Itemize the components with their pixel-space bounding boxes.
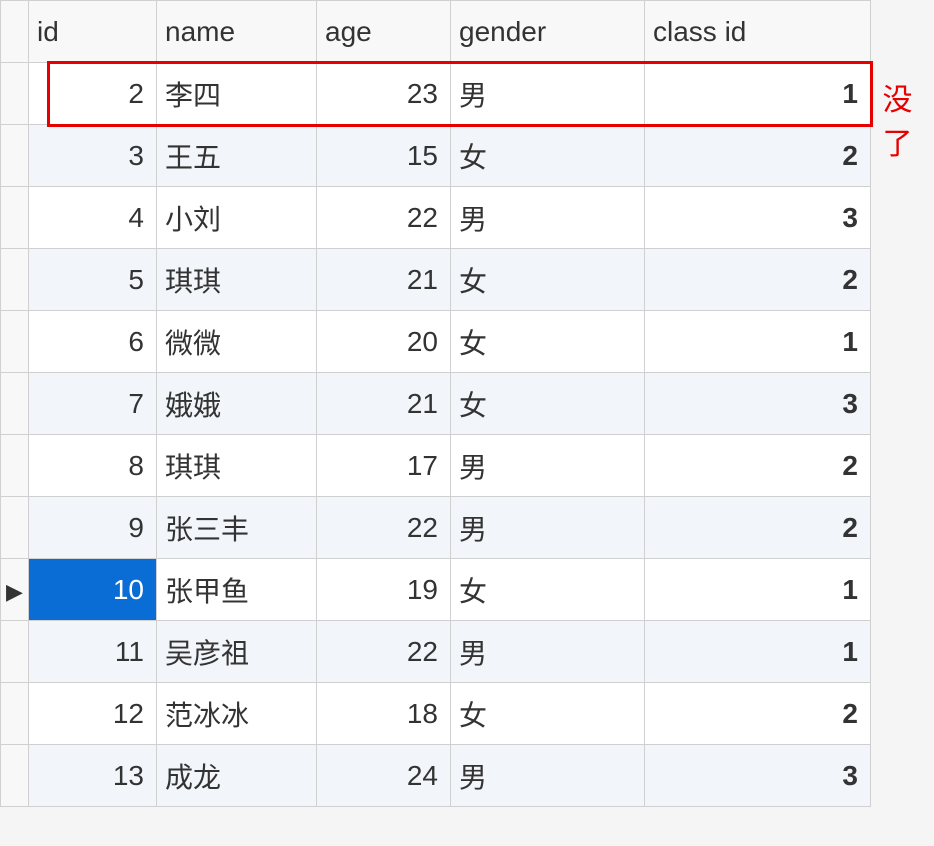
cell-id[interactable]: 11 <box>29 621 157 683</box>
cell-id[interactable]: 6 <box>29 311 157 373</box>
header-class-id[interactable]: class id <box>645 1 871 63</box>
cell-gender[interactable]: 男 <box>451 63 645 125</box>
cell-class-id[interactable]: 3 <box>645 187 871 249</box>
cell-id[interactable]: 10 <box>29 559 157 621</box>
table-header-row: id name age gender class id <box>1 1 871 63</box>
table-row[interactable]: 4小刘22男3 <box>1 187 871 249</box>
cell-name[interactable]: 琪琪 <box>157 435 317 497</box>
row-gutter[interactable] <box>1 249 29 311</box>
row-gutter[interactable] <box>1 311 29 373</box>
row-gutter[interactable] <box>1 683 29 745</box>
cell-name[interactable]: 微微 <box>157 311 317 373</box>
table-row[interactable]: 3王五15女2 <box>1 125 871 187</box>
cell-age[interactable]: 21 <box>317 373 451 435</box>
cell-gender[interactable]: 男 <box>451 435 645 497</box>
cell-name[interactable]: 范冰冰 <box>157 683 317 745</box>
cell-class-id[interactable]: 1 <box>645 311 871 373</box>
cell-gender[interactable]: 男 <box>451 497 645 559</box>
cell-class-id[interactable]: 2 <box>645 125 871 187</box>
table-row[interactable]: ▶10张甲鱼19女1 <box>1 559 871 621</box>
cell-age[interactable]: 21 <box>317 249 451 311</box>
cell-gender[interactable]: 女 <box>451 373 645 435</box>
cell-id[interactable]: 9 <box>29 497 157 559</box>
cell-class-id[interactable]: 1 <box>645 63 871 125</box>
cell-age[interactable]: 24 <box>317 745 451 807</box>
table-row[interactable]: 5琪琪21女2 <box>1 249 871 311</box>
cell-gender[interactable]: 男 <box>451 187 645 249</box>
cell-age[interactable]: 15 <box>317 125 451 187</box>
table-row[interactable]: 9张三丰22男2 <box>1 497 871 559</box>
data-table-container: id name age gender class id 2李四23男13王五15… <box>0 0 870 807</box>
cell-id[interactable]: 8 <box>29 435 157 497</box>
cell-id[interactable]: 3 <box>29 125 157 187</box>
header-id[interactable]: id <box>29 1 157 63</box>
row-gutter[interactable] <box>1 621 29 683</box>
table-row[interactable]: 11吴彦祖22男1 <box>1 621 871 683</box>
cell-name[interactable]: 小刘 <box>157 187 317 249</box>
cell-name[interactable]: 王五 <box>157 125 317 187</box>
cell-name[interactable]: 张甲鱼 <box>157 559 317 621</box>
cell-id[interactable]: 5 <box>29 249 157 311</box>
cell-class-id[interactable]: 1 <box>645 621 871 683</box>
header-gender[interactable]: gender <box>451 1 645 63</box>
cell-id[interactable]: 7 <box>29 373 157 435</box>
cell-age[interactable]: 20 <box>317 311 451 373</box>
cell-id[interactable]: 13 <box>29 745 157 807</box>
cell-class-id[interactable]: 2 <box>645 683 871 745</box>
row-gutter[interactable] <box>1 435 29 497</box>
cell-gender[interactable]: 女 <box>451 559 645 621</box>
cell-class-id[interactable]: 2 <box>645 497 871 559</box>
cell-gender[interactable]: 女 <box>451 125 645 187</box>
cell-age[interactable]: 23 <box>317 63 451 125</box>
cell-class-id[interactable]: 2 <box>645 435 871 497</box>
cell-class-id[interactable]: 1 <box>645 559 871 621</box>
current-row-marker-icon: ▶ <box>6 579 23 605</box>
cell-gender[interactable]: 男 <box>451 745 645 807</box>
cell-age[interactable]: 17 <box>317 435 451 497</box>
cell-gender[interactable]: 女 <box>451 249 645 311</box>
cell-age[interactable]: 22 <box>317 621 451 683</box>
header-name[interactable]: name <box>157 1 317 63</box>
cell-id[interactable]: 2 <box>29 63 157 125</box>
table-row[interactable]: 8琪琪17男2 <box>1 435 871 497</box>
row-gutter[interactable] <box>1 187 29 249</box>
row-gutter[interactable] <box>1 373 29 435</box>
cell-class-id[interactable]: 3 <box>645 373 871 435</box>
cell-name[interactable]: 张三丰 <box>157 497 317 559</box>
cell-id[interactable]: 12 <box>29 683 157 745</box>
cell-name[interactable]: 娥娥 <box>157 373 317 435</box>
row-gutter[interactable] <box>1 745 29 807</box>
table-row[interactable]: 12范冰冰18女2 <box>1 683 871 745</box>
row-gutter[interactable]: ▶ <box>1 559 29 621</box>
cell-gender[interactable]: 女 <box>451 683 645 745</box>
table-row[interactable]: 6微微20女1 <box>1 311 871 373</box>
cell-age[interactable]: 22 <box>317 187 451 249</box>
cell-age[interactable]: 19 <box>317 559 451 621</box>
cell-name[interactable]: 琪琪 <box>157 249 317 311</box>
cell-gender[interactable]: 女 <box>451 311 645 373</box>
table-row[interactable]: 13成龙24男3 <box>1 745 871 807</box>
cell-name[interactable]: 吴彦祖 <box>157 621 317 683</box>
annotation-text: 没了 <box>883 75 934 163</box>
table-row[interactable]: 2李四23男1 <box>1 63 871 125</box>
cell-name[interactable]: 李四 <box>157 63 317 125</box>
cell-class-id[interactable]: 3 <box>645 745 871 807</box>
cell-class-id[interactable]: 2 <box>645 249 871 311</box>
data-table[interactable]: id name age gender class id 2李四23男13王五15… <box>0 0 871 807</box>
cell-id[interactable]: 4 <box>29 187 157 249</box>
cell-age[interactable]: 22 <box>317 497 451 559</box>
header-age[interactable]: age <box>317 1 451 63</box>
row-gutter[interactable] <box>1 63 29 125</box>
row-gutter[interactable] <box>1 125 29 187</box>
header-gutter <box>1 1 29 63</box>
cell-age[interactable]: 18 <box>317 683 451 745</box>
cell-name[interactable]: 成龙 <box>157 745 317 807</box>
table-row[interactable]: 7娥娥21女3 <box>1 373 871 435</box>
row-gutter[interactable] <box>1 497 29 559</box>
cell-gender[interactable]: 男 <box>451 621 645 683</box>
